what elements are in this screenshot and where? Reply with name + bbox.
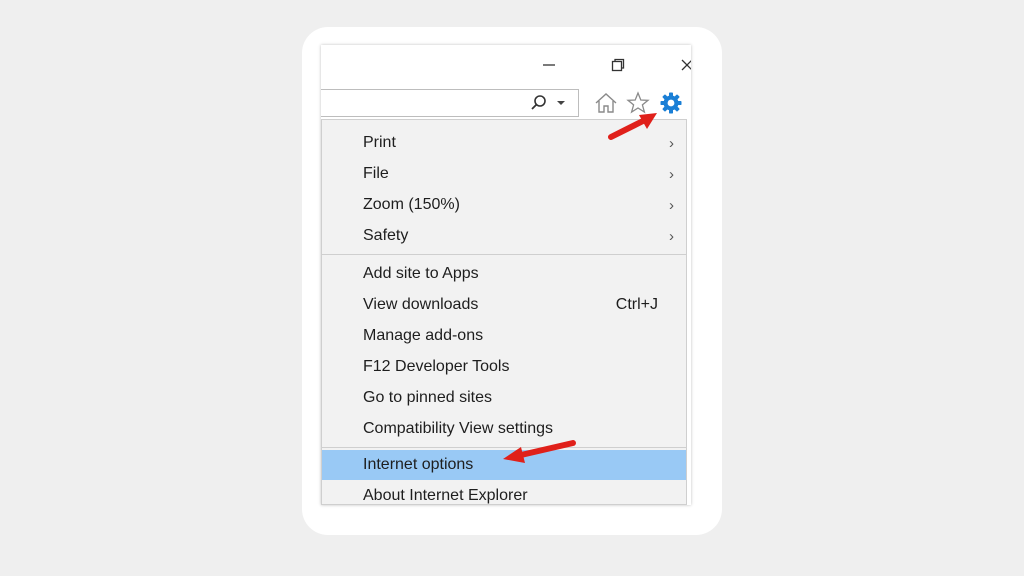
menu-item-label: Go to pinned sites — [363, 389, 492, 406]
menu-item-label: Internet options — [363, 456, 474, 473]
menu-item-view-downloads[interactable]: View downloads Ctrl+J — [322, 290, 686, 320]
menu-item-label: Compatibility View settings — [363, 420, 554, 437]
menu-item-label: File — [363, 165, 389, 182]
menu-item-label: View downloads — [363, 296, 479, 313]
close-icon[interactable] — [675, 53, 691, 77]
search-icon[interactable] — [529, 93, 549, 113]
menu-item-label: Zoom (150%) — [363, 196, 460, 213]
menu-item-add-site-to-apps[interactable]: Add site to Apps — [322, 259, 686, 289]
menu-item-pinned-sites[interactable]: Go to pinned sites — [322, 383, 686, 413]
chevron-right-icon: › — [669, 165, 674, 183]
menu-item-label: About Internet Explorer — [363, 487, 528, 504]
annotation-arrow-gear — [608, 113, 657, 140]
title-bar — [321, 45, 691, 85]
menu-item-file[interactable]: File › — [322, 159, 686, 189]
address-bar[interactable] — [321, 89, 579, 117]
menu-item-manage-add-ons[interactable]: Manage add-ons — [322, 321, 686, 351]
menu-item-zoom[interactable]: Zoom (150%) › — [322, 190, 686, 220]
chevron-right-icon: › — [669, 227, 674, 245]
menu-item-label: Safety — [363, 227, 409, 244]
menu-item-about[interactable]: About Internet Explorer — [322, 481, 686, 505]
menu-item-label: Manage add-ons — [363, 327, 484, 344]
annotation-arrow-internet-options — [503, 440, 576, 463]
menu-item-developer-tools[interactable]: F12 Developer Tools — [322, 352, 686, 382]
chevron-right-icon: › — [669, 196, 674, 214]
menu-item-label: F12 Developer Tools — [363, 358, 510, 375]
menu-item-safety[interactable]: Safety › — [322, 221, 686, 251]
chevron-right-icon: › — [669, 134, 674, 152]
window-edge — [687, 119, 691, 505]
menu-separator — [322, 254, 686, 255]
menu-item-label: Add site to Apps — [363, 265, 479, 282]
restore-icon[interactable] — [606, 53, 630, 77]
shortcut-label: Ctrl+J — [615, 296, 658, 313]
minimize-icon[interactable] — [537, 53, 561, 77]
menu-item-label: Print — [363, 134, 396, 151]
browser-window: Print › File › Zoom (150%) › Safety › Ad… — [321, 45, 691, 505]
chevron-down-icon[interactable] — [555, 96, 567, 110]
